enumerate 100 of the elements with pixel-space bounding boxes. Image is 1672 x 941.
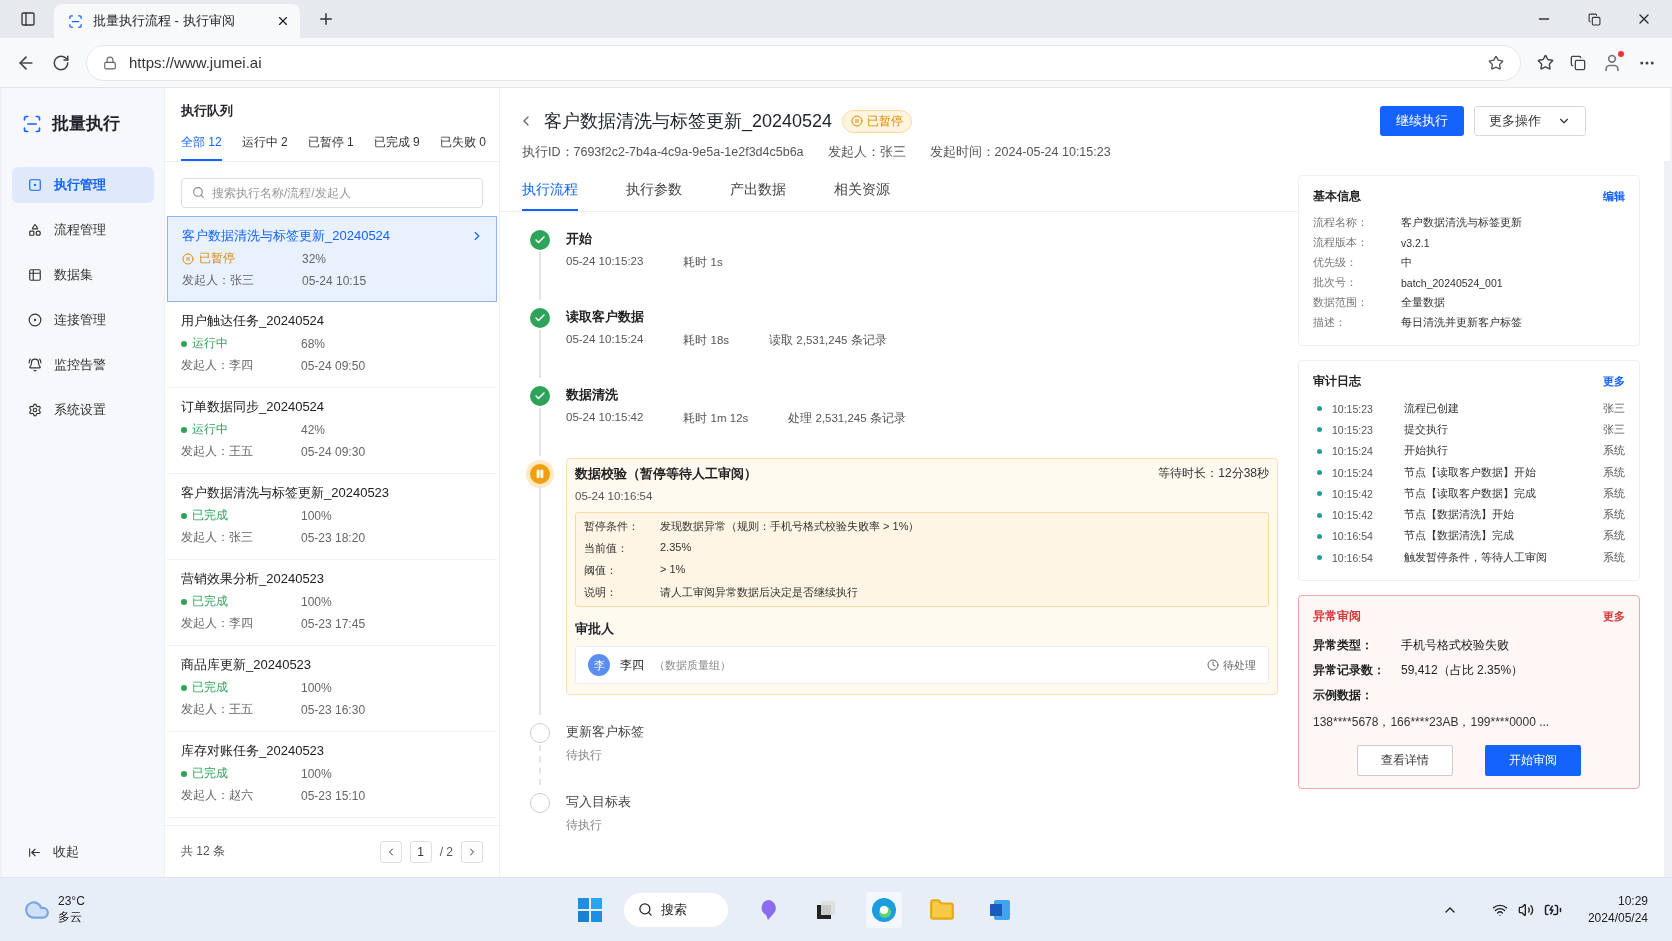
progress-text: 100% bbox=[301, 680, 332, 695]
nav-item[interactable]: 数据集 bbox=[12, 257, 154, 293]
nav-item[interactable]: 流程管理 bbox=[12, 212, 154, 248]
nav-item[interactable]: 连接管理 bbox=[12, 302, 154, 338]
step-title: 开始 bbox=[566, 230, 593, 248]
filter-tab[interactable]: 已暂停 1 bbox=[307, 130, 354, 161]
temperature: 23°C bbox=[58, 893, 85, 910]
detail-tab[interactable]: 执行参数 bbox=[626, 179, 682, 211]
edit-link[interactable]: 编辑 bbox=[1603, 189, 1625, 204]
log-time: 10:15:24 bbox=[1332, 445, 1374, 458]
status-text: 已完成 bbox=[192, 765, 228, 782]
queue-item[interactable]: 商品库更新_20240523 已完成 100% 发起人：王五 05-23 16:30 bbox=[167, 646, 497, 732]
start-review-button[interactable]: 开始审阅 bbox=[1485, 745, 1581, 777]
address-bar[interactable]: https://www.jumei.ai bbox=[86, 44, 1521, 81]
progress-text: 100% bbox=[301, 594, 332, 609]
log-event: 节点【数据清洗】完成 bbox=[1404, 529, 1514, 544]
field-value: batch_20240524_001 bbox=[1401, 277, 1503, 289]
tab-actions-icon[interactable] bbox=[20, 11, 36, 27]
taskbar-search[interactable]: 搜索 bbox=[624, 892, 728, 927]
nav-item[interactable]: 系统设置 bbox=[12, 392, 154, 428]
log-time: 10:15:42 bbox=[1332, 487, 1374, 500]
field-label: 描述： bbox=[1313, 316, 1347, 330]
collections-icon[interactable] bbox=[1570, 54, 1586, 71]
step-detail: 耗时 1s bbox=[683, 255, 723, 270]
log-time: 10:16:54 bbox=[1332, 551, 1374, 564]
card-title: 审计日志 bbox=[1313, 373, 1361, 390]
site-icon bbox=[68, 13, 83, 29]
field-value: 59,412（占比 2.35%） bbox=[1401, 662, 1524, 680]
start-time: 05-23 16:30 bbox=[301, 702, 366, 717]
initiator-text: 发起人：王五 bbox=[181, 443, 254, 460]
browser-app-icon[interactable] bbox=[871, 896, 897, 923]
condition-value: > 1% bbox=[660, 563, 686, 577]
log-event: 开始执行 bbox=[1404, 444, 1448, 459]
more-link[interactable]: 更多 bbox=[1603, 609, 1625, 625]
log-actor: 系统 bbox=[1603, 486, 1625, 501]
initiator-text: 发起人：李四 bbox=[181, 357, 254, 374]
start-time: 05-23 18:20 bbox=[301, 530, 366, 545]
new-tab-icon[interactable] bbox=[317, 10, 335, 28]
status-text: 运行中 bbox=[192, 421, 228, 438]
detail-tab[interactable]: 产出数据 bbox=[730, 179, 786, 211]
collapse-link[interactable]: 收起 bbox=[12, 843, 154, 861]
step-time: 05-24 10:15:42 bbox=[566, 411, 644, 425]
favorites-icon[interactable] bbox=[1537, 54, 1554, 71]
nav-item[interactable]: 监控告警 bbox=[12, 347, 154, 383]
clock-time: 10:29 bbox=[1617, 892, 1648, 910]
profile-avatar-icon[interactable] bbox=[1602, 52, 1622, 73]
status-dot bbox=[181, 340, 187, 347]
queue-item[interactable]: 客户数据清洗与标签更新_20240523 已完成 100% 发起人：张三 05-23 18:20 bbox=[167, 474, 497, 560]
field-label: 优先级： bbox=[1313, 256, 1358, 270]
tab-title: 批量执行流程 - 执行审阅 bbox=[93, 12, 236, 30]
more-link[interactable]: 更多 bbox=[1603, 374, 1625, 389]
more-actions-button[interactable]: 更多操作 bbox=[1474, 106, 1586, 136]
log-dot bbox=[1317, 555, 1322, 561]
restore-icon[interactable] bbox=[1587, 12, 1601, 26]
nav-icon bbox=[28, 313, 42, 327]
document-app-icon[interactable] bbox=[988, 897, 1012, 922]
search-field[interactable]: 搜索执行名称/流程/发起人 bbox=[181, 178, 483, 208]
condition-value: 请人工审阅异常数据后决定是否继续执行 bbox=[660, 585, 858, 600]
start-time: 05-24 09:30 bbox=[301, 444, 366, 459]
page-number-field[interactable]: 1 bbox=[409, 840, 432, 863]
filter-tab[interactable]: 运行中 2 bbox=[241, 130, 288, 161]
log-dot bbox=[1317, 533, 1322, 539]
prev-page-button[interactable] bbox=[379, 840, 402, 863]
log-time: 10:15:42 bbox=[1332, 509, 1374, 522]
url-text: https://www.jumei.ai bbox=[129, 54, 263, 71]
close-icon[interactable] bbox=[276, 14, 290, 28]
queue-item[interactable]: 用户触达任务_20240524 运行中 68% 发起人：李四 05-24 09:50 bbox=[167, 302, 497, 388]
windows-start-icon[interactable] bbox=[578, 897, 602, 922]
filter-tab[interactable]: 全部 12 bbox=[181, 130, 222, 161]
execution-title: 客户数据清洗与标签更新_20240524 bbox=[544, 110, 833, 133]
status-text: 已完成 bbox=[192, 679, 228, 696]
detail-tab[interactable]: 相关资源 bbox=[834, 179, 890, 211]
detail-tab[interactable]: 执行流程 bbox=[522, 179, 578, 211]
volume-icon[interactable] bbox=[1517, 901, 1534, 918]
log-actor: 系统 bbox=[1603, 508, 1625, 523]
reload-icon[interactable] bbox=[52, 53, 70, 72]
nav-item[interactable]: 执行管理 bbox=[12, 167, 154, 203]
avatar: 李 bbox=[588, 654, 610, 676]
favorite-star-icon[interactable] bbox=[1488, 54, 1504, 71]
log-event: 节点【读取客户数据】开始 bbox=[1404, 465, 1536, 480]
browser-tab[interactable]: 批量执行流程 - 执行审阅 bbox=[54, 4, 300, 38]
view-details-button[interactable]: 查看详情 bbox=[1357, 745, 1453, 777]
queue-item[interactable]: 客户数据清洗与标签更新_20240524 已暂停 32% 发起人：张三 05-24 10:15 bbox=[167, 216, 497, 302]
step-status: 待执行 bbox=[566, 748, 603, 763]
filter-tab[interactable]: 已失败 0 bbox=[439, 130, 486, 161]
queue-item[interactable]: 营销效果分析_20240523 已完成 100% 发起人：李四 05-23 17:45 bbox=[167, 560, 497, 646]
start-time: 05-23 15:10 bbox=[301, 788, 366, 803]
field-value: 客户数据清洗与标签更新 bbox=[1401, 216, 1522, 230]
log-dot bbox=[1317, 427, 1322, 433]
queue-item[interactable]: 库存对账任务_20240523 已完成 100% 发起人：赵六 05-23 15:10 bbox=[167, 732, 497, 818]
step-title: 更新客户标签 bbox=[566, 723, 645, 741]
field-value: v3.2.1 bbox=[1401, 237, 1430, 249]
continue-button[interactable]: 继续执行 bbox=[1380, 106, 1464, 136]
pause-icon bbox=[851, 115, 864, 127]
queue-item[interactable]: 订单数据同步_20240524 运行中 42% 发起人：王五 05-24 09:30 bbox=[167, 388, 497, 474]
progress-text: 32% bbox=[302, 251, 327, 266]
log-event: 节点【读取客户数据】完成 bbox=[1404, 486, 1536, 501]
start-time: 05-24 10:15 bbox=[302, 273, 367, 288]
window-app-icon[interactable] bbox=[815, 898, 837, 921]
filter-tab[interactable]: 已完成 9 bbox=[373, 130, 420, 161]
